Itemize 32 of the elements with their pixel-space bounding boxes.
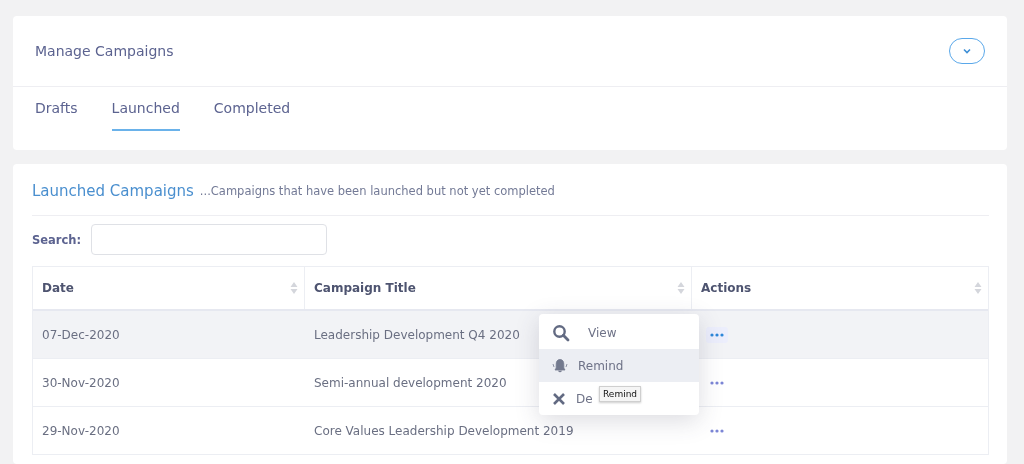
tooltip: Remind [599,386,642,402]
column-header[interactable]: Campaign Title [305,267,692,309]
sort-icon [677,281,685,295]
chevron-down-icon [963,48,971,54]
sort-icon [974,281,982,295]
column-header[interactable]: Date [33,267,305,309]
bell-icon [552,357,568,374]
tab[interactable]: Drafts [35,87,78,131]
menu-item[interactable]: View [539,316,699,349]
tab[interactable]: Completed [213,87,291,131]
more-button[interactable] [706,326,728,343]
sort-icon [290,281,298,295]
date-cell: 29-Nov-2020 [42,423,120,438]
ellipsis-icon [710,332,724,337]
page-title: Manage Campaigns [35,43,174,59]
title-cell: Core Values Leadership Development 2019 [314,423,574,438]
date-cell: 30-Nov-2020 [42,375,120,390]
tab[interactable]: Launched [111,87,180,131]
column-header[interactable]: Actions [692,267,988,309]
search-field[interactable] [91,224,328,255]
menu-item[interactable]: Remind [539,349,699,382]
section-subtitle: ...Campaigns that have been launched but not yet completed [199,183,555,198]
close-icon [552,391,566,406]
ellipsis-icon [710,428,724,433]
section-title: Launched Campaigns [32,181,194,200]
search-icon [552,323,570,342]
ellipsis-icon [710,380,724,385]
collapse-button[interactable] [949,38,985,64]
title-cell: Semi-annual development 2020 [314,375,507,390]
date-cell: 07-Dec-2020 [42,327,120,342]
search-label: Search: [32,232,82,247]
title-cell: Leadership Development Q4 2020 [314,327,520,342]
